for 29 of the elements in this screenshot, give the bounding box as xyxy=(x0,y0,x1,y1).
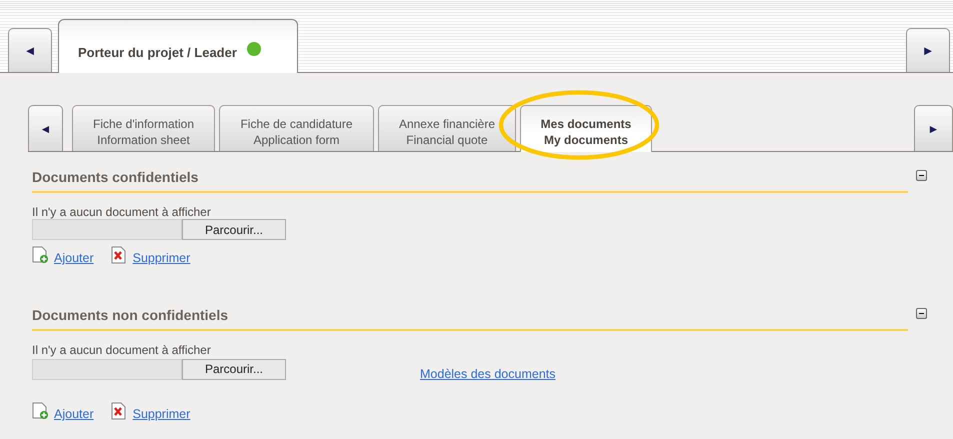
file-path-field[interactable] xyxy=(32,358,182,380)
browse-button[interactable]: Parcourir... xyxy=(182,358,286,380)
add-document-icon xyxy=(32,246,48,264)
add-document-icon xyxy=(32,402,48,420)
action-link[interactable]: Supprimer xyxy=(132,251,190,265)
next-tab-button[interactable]: ► xyxy=(906,28,950,72)
project-tab[interactable]: Porteur du projet / Leader xyxy=(58,19,298,73)
collapse-icon[interactable] xyxy=(916,170,927,180)
action-link[interactable]: Supprimer xyxy=(132,407,190,421)
project-tab-label: Porteur du projet / Leader xyxy=(78,45,237,60)
previous-tab-button[interactable]: ◄ xyxy=(8,28,52,72)
action-link[interactable]: Ajouter xyxy=(54,407,94,421)
delete-document-icon xyxy=(110,402,127,420)
file-path-field[interactable] xyxy=(32,219,182,240)
next-subtab-button[interactable]: ► xyxy=(914,105,953,151)
section-tab[interactable]: Fiche d'information Information sheet xyxy=(72,105,215,151)
section-title: Documents confidentiels xyxy=(32,169,908,193)
section-tab[interactable]: Fiche de candidature Application form xyxy=(219,105,374,151)
templates-link[interactable]: Modèles des documents xyxy=(420,367,556,381)
browse-button[interactable]: Parcourir... xyxy=(182,219,286,240)
section-tab[interactable]: Annexe financière Financial quote xyxy=(378,105,516,151)
delete-document-icon xyxy=(110,246,127,264)
collapse-icon[interactable] xyxy=(916,308,927,318)
previous-subtab-button[interactable]: ◄ xyxy=(28,105,63,151)
empty-message: Il n'y a aucun document à afficher xyxy=(32,343,212,357)
section-tab[interactable]: Mes documents My documents xyxy=(520,105,652,152)
section-title: Documents non confidentiels xyxy=(32,307,908,331)
empty-message: Il n'y a aucun document à afficher xyxy=(32,205,212,219)
action-link[interactable]: Ajouter xyxy=(54,251,94,265)
